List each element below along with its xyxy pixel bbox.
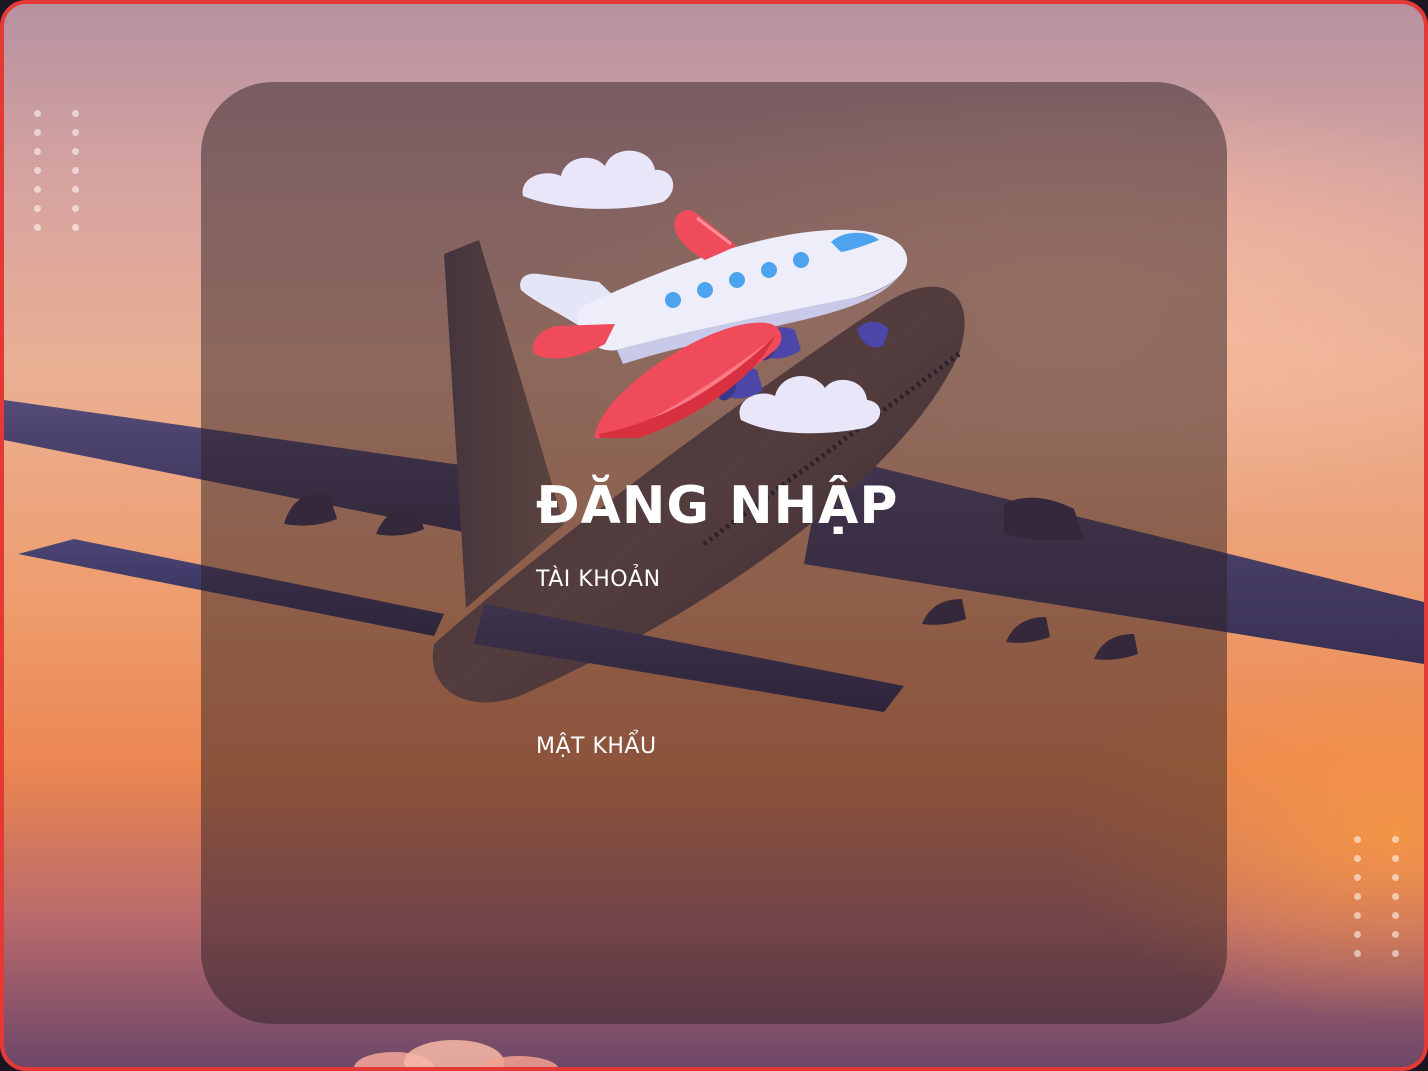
app-frame: ĐĂNG NHẬP TÀI KHOẢN MẬT KHẨU [0, 0, 1428, 1071]
login-panel: ĐĂNG NHẬP TÀI KHOẢN MẬT KHẨU [201, 82, 1227, 1024]
password-label: MẬT KHẨU [536, 734, 657, 759]
username-label: TÀI KHOẢN [536, 567, 661, 592]
decorative-dots-left [34, 110, 80, 231]
decorative-dots-right [1354, 836, 1400, 957]
airplane-clouds-icon [520, 150, 908, 438]
username-input[interactable] [536, 607, 1196, 647]
password-input[interactable] [536, 774, 1196, 814]
bottom-cloud-icon [354, 1040, 559, 1067]
page-title: ĐĂNG NHẬP [536, 476, 899, 536]
